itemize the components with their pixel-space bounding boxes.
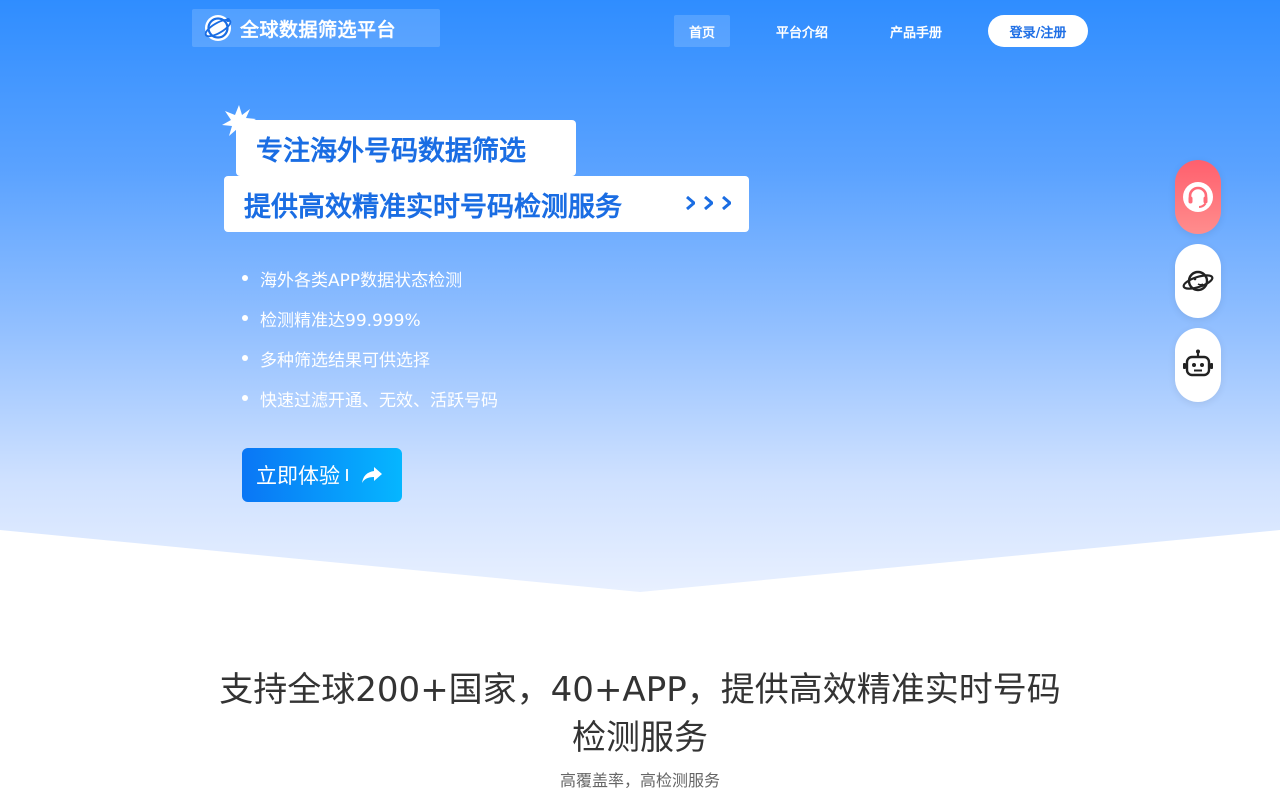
section-title-line-1: 支持全球200+国家，40+APP，提供高效精准实时号码 bbox=[219, 670, 1061, 710]
section-title-line-2: 检测服务 bbox=[572, 718, 708, 758]
triple-arrow-icon bbox=[686, 196, 731, 210]
share-arrow-icon bbox=[362, 467, 382, 483]
feature-list: 海外各类APP数据状态检测 检测精准达99.999% 多种筛选结果可供选择 快速… bbox=[242, 258, 498, 418]
feature-item: 检测精准达99.999% bbox=[242, 298, 498, 338]
headset-icon bbox=[1183, 182, 1213, 212]
feature-text: 海外各类APP数据状态检测 bbox=[260, 270, 463, 291]
bullet-dot bbox=[242, 315, 248, 321]
planet-button[interactable] bbox=[1175, 244, 1221, 318]
button-separator bbox=[346, 469, 348, 481]
feature-item: 多种筛选结果可供选择 bbox=[242, 338, 498, 378]
logo[interactable]: 全球数据筛选平台 bbox=[192, 9, 440, 47]
hero-bottom-divider bbox=[0, 530, 1280, 610]
robot-icon bbox=[1183, 349, 1213, 377]
feature-item: 海外各类APP数据状态检测 bbox=[242, 258, 498, 298]
feature-text: 多种筛选结果可供选择 bbox=[260, 350, 430, 371]
headline-1: 专注海外号码数据筛选 bbox=[256, 135, 526, 167]
nav-platform-intro[interactable]: 平台介绍 bbox=[762, 15, 842, 47]
hero-background bbox=[0, 0, 1280, 600]
login-register-button[interactable]: 登录/注册 bbox=[988, 15, 1088, 47]
try-now-button[interactable]: 立即体验 bbox=[242, 448, 402, 502]
nav-product-manual[interactable]: 产品手册 bbox=[876, 15, 956, 47]
feature-text: 检测精准达99.999% bbox=[260, 310, 421, 331]
headline-banner-1: 专注海外号码数据筛选 bbox=[236, 120, 576, 176]
robot-assistant-button[interactable] bbox=[1175, 328, 1221, 402]
headline-banner-2: 提供高效精准实时号码检测服务 bbox=[224, 176, 749, 232]
headline-2: 提供高效精准实时号码检测服务 bbox=[244, 191, 622, 223]
bullet-dot bbox=[242, 395, 248, 401]
customer-service-button[interactable] bbox=[1175, 160, 1221, 234]
feature-item: 快速过滤开通、无效、活跃号码 bbox=[242, 378, 498, 418]
feature-text: 快速过滤开通、无效、活跃号码 bbox=[260, 390, 498, 411]
try-now-label: 立即体验 bbox=[256, 464, 340, 488]
bullet-dot bbox=[242, 355, 248, 361]
bullet-dot bbox=[242, 275, 248, 281]
nav-home[interactable]: 首页 bbox=[674, 15, 730, 47]
section-subtitle: 高覆盖率，高检测服务 bbox=[559, 771, 720, 790]
section-title: 支持全球200+国家，40+APP，提供高效精准实时号码 检测服务 bbox=[190, 666, 1090, 762]
logo-text: 全球数据筛选平台 bbox=[240, 18, 397, 41]
logo-icon bbox=[203, 13, 233, 43]
planet-icon bbox=[1182, 270, 1214, 292]
